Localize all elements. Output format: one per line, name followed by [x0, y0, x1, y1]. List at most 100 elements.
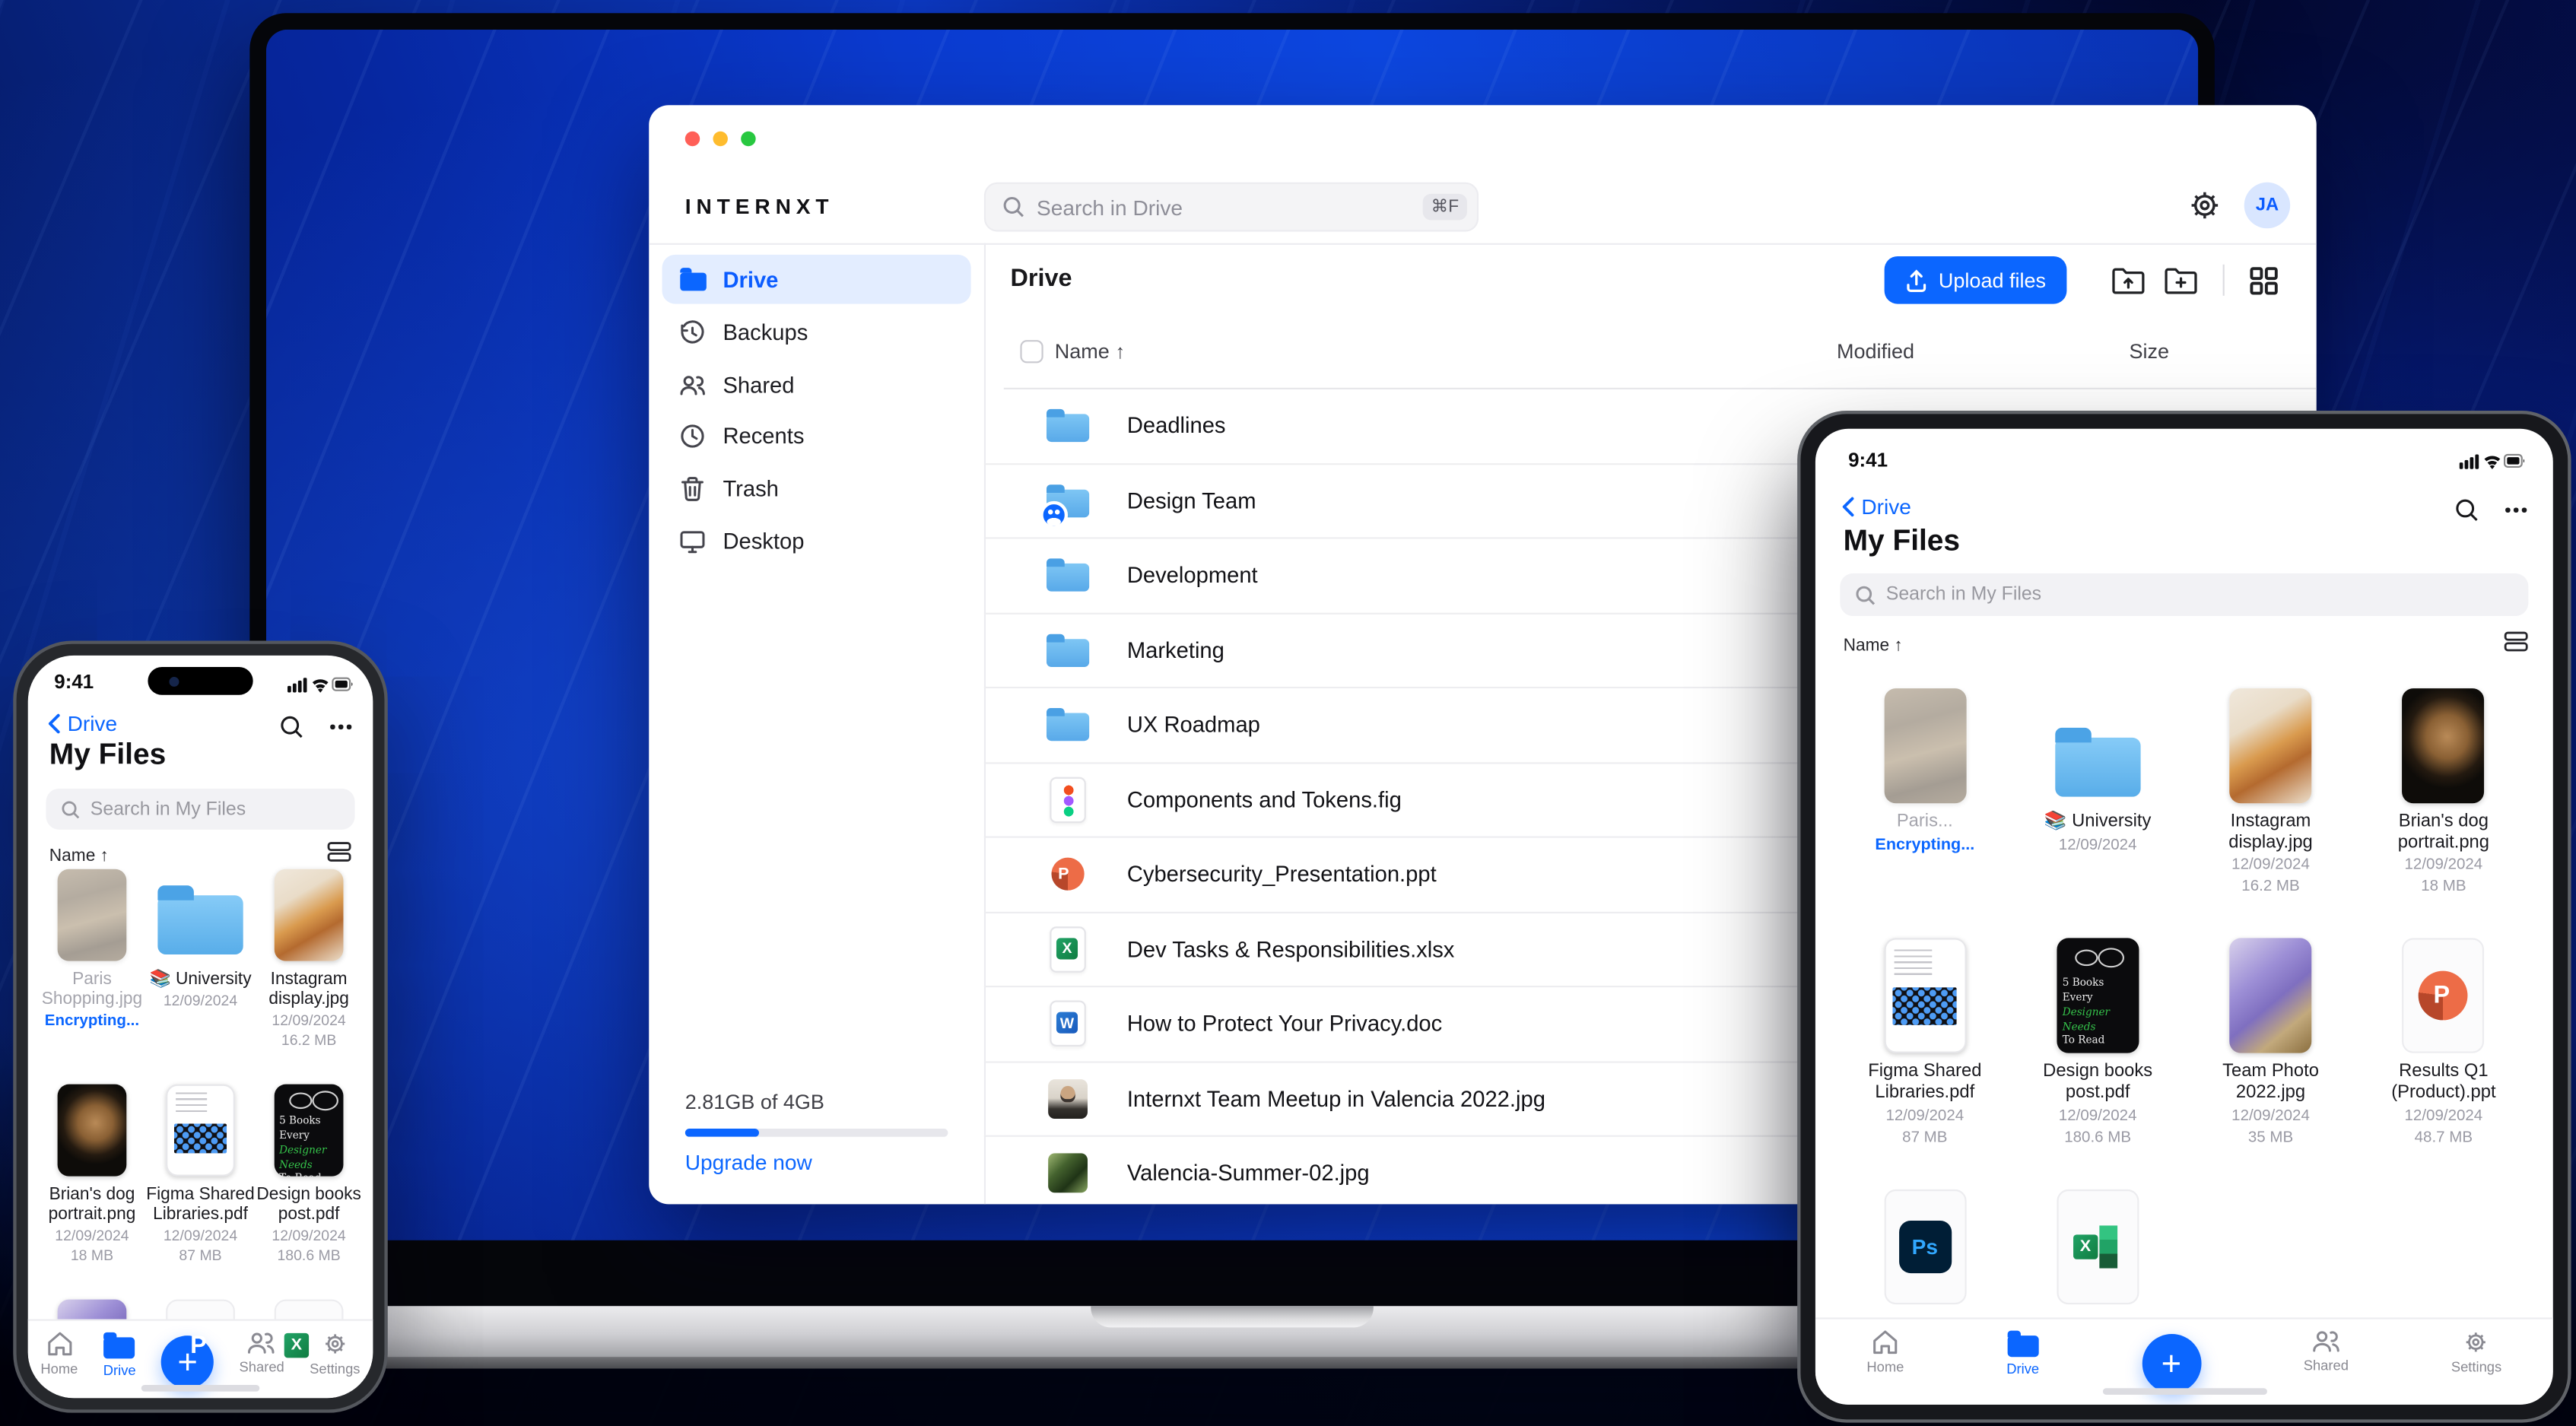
file-card[interactable]: 5 Books EveryDesigner NeedsTo Read P X P… — [1838, 938, 2011, 1146]
file-name: Design books post.pdf — [256, 1184, 361, 1224]
file-card[interactable]: 5 Books EveryDesigner NeedsTo Read P X P… — [2184, 688, 2357, 896]
storage-usage: 2.81GB of 4GB — [684, 1091, 824, 1114]
nav-item-shared[interactable]: Shared — [2304, 1320, 2349, 1374]
book-cover-text: 5 Books EveryDesigner NeedsTo Read — [279, 1116, 327, 1177]
excel-icon: X — [2073, 1234, 2098, 1259]
file-type-icon: P X W — [1043, 625, 1093, 675]
users-icon — [2312, 1331, 2339, 1352]
file-thumbnail: 5 Books EveryDesigner NeedsTo Read P X P… — [2055, 688, 2139, 803]
file-card[interactable]: 5 Books EveryDesigner NeedsTo Read P X P… — [2357, 938, 2530, 1146]
sidebar-item-shared[interactable]: Shared — [662, 360, 971, 409]
search-input[interactable]: Search in Drive ⌘F — [983, 182, 1479, 232]
users-icon — [678, 370, 707, 399]
file-card[interactable]: 5 Books EveryDesigner NeedsTo Read P X P… — [255, 869, 364, 1048]
grid-view-button[interactable] — [2246, 263, 2282, 300]
phone-screen: 9:41 Drive My Files Search in My Files N… — [27, 655, 373, 1399]
nav-item-home[interactable]: Home — [40, 1321, 78, 1377]
upload-folder-button[interactable] — [2110, 263, 2146, 300]
list-view-button[interactable] — [327, 841, 351, 862]
home-icon — [1873, 1330, 1898, 1355]
search-icon[interactable] — [2455, 498, 2479, 522]
gear-icon — [2191, 192, 2219, 219]
upload-icon — [1907, 268, 1926, 291]
file-card[interactable]: 5 Books EveryDesigner NeedsTo Read P X P… — [2012, 1188, 2184, 1304]
sidebar-item-desktop[interactable]: Desktop — [662, 516, 971, 565]
file-name: Brian's dog portrait.png — [48, 1184, 136, 1224]
sidebar-item-trash[interactable]: Trash — [662, 463, 971, 513]
column-header-size[interactable]: Size — [2129, 340, 2169, 363]
file-type-icon: P X W — [1040, 476, 1093, 529]
search-input[interactable]: Search in My Files — [1840, 573, 2529, 617]
column-header-modified[interactable]: Modified — [1837, 340, 1914, 363]
status-time: 9:41 — [1848, 448, 1888, 472]
search-icon[interactable] — [280, 715, 304, 739]
file-card[interactable]: 5 Books EveryDesigner NeedsTo Read P X P… — [2357, 688, 2530, 896]
file-name: Team Photo 2022.jpg — [2222, 1062, 2319, 1103]
sidebar-item-drive[interactable]: Drive — [662, 254, 971, 304]
file-name: Figma Shared Libraries.pdf — [146, 1184, 255, 1224]
sort-control[interactable]: Name ↑ — [1844, 636, 1903, 656]
add-file-button[interactable]: + — [2142, 1320, 2201, 1393]
file-card[interactable]: 5 Books EveryDesigner NeedsTo Read P X P… — [146, 869, 255, 1049]
avatar[interactable]: JA — [2244, 182, 2291, 229]
sort-control[interactable]: Name ↑ — [49, 846, 109, 865]
close-window-button[interactable] — [684, 131, 700, 147]
home-indicator[interactable] — [2101, 1388, 2266, 1395]
file-size: 87 MB — [179, 1247, 222, 1264]
powerpoint-icon: P — [1058, 865, 1069, 885]
file-name: Marketing — [1126, 637, 1224, 663]
file-card[interactable]: 5 Books EveryDesigner NeedsTo Read P X P… — [38, 869, 147, 1049]
nav-item-home[interactable]: Home — [1866, 1320, 1904, 1375]
file-date: 12/09/2024 — [163, 992, 238, 1009]
column-header-name[interactable]: Name ↑ — [1055, 340, 1126, 363]
tablet-mockup: 9:41 Drive My Files Search in My Files N… — [1800, 414, 2568, 1420]
file-card[interactable]: 5 Books EveryDesigner NeedsTo Read P X P… — [1838, 1188, 2011, 1304]
file-date: 12/09/2024 — [2404, 856, 2483, 875]
nav-item-settings[interactable]: Settings — [310, 1321, 361, 1377]
excel-icon: X — [284, 1333, 310, 1358]
file-date: 12/09/2024 — [2404, 1106, 2483, 1125]
file-date: 12/09/2024 — [2058, 835, 2137, 854]
nav-item-drive[interactable]: Drive — [2006, 1320, 2039, 1377]
new-folder-button[interactable] — [2162, 263, 2199, 300]
file-card[interactable]: 5 Books EveryDesigner NeedsTo Read P X P… — [2184, 938, 2357, 1146]
marketing-composite: INTERNXT Search in Drive ⌘F JA Drive Bac… — [0, 0, 2576, 1426]
file-card[interactable]: 5 Books EveryDesigner NeedsTo Read P X P… — [146, 1084, 255, 1264]
zoom-window-button[interactable] — [741, 131, 756, 147]
minimize-window-button[interactable] — [713, 131, 728, 147]
list-view-button[interactable] — [2504, 630, 2528, 652]
nav-item-shared[interactable]: Shared — [240, 1321, 284, 1375]
file-card[interactable]: 5 Books EveryDesigner NeedsTo Read P X P… — [2012, 688, 2184, 896]
select-all-checkbox[interactable] — [1020, 340, 1043, 364]
file-type-icon: P X W — [1043, 850, 1093, 899]
upgrade-link[interactable]: Upgrade now — [685, 1150, 948, 1174]
storage-progress-bar — [684, 1128, 948, 1137]
file-type-icon: P X W — [1043, 1074, 1093, 1123]
file-card[interactable]: 5 Books EveryDesigner NeedsTo Read P X P… — [1838, 688, 2011, 896]
settings-button[interactable] — [2187, 187, 2223, 224]
more-options-icon[interactable] — [330, 725, 352, 729]
sidebar-item-recents[interactable]: Recents — [662, 411, 971, 460]
file-size: 16.2 MB — [2241, 878, 2300, 896]
file-grid: 5 Books EveryDesigner NeedsTo Read P X P… — [1838, 688, 2530, 1304]
file-thumbnail: 5 Books EveryDesigner NeedsTo Read P X P… — [2057, 938, 2139, 1054]
file-size: 18 MB — [2421, 878, 2466, 896]
file-card[interactable]: 5 Books EveryDesigner NeedsTo Read P X P… — [2012, 938, 2184, 1146]
sidebar-item-backups[interactable]: Backups — [662, 307, 971, 357]
file-card[interactable]: 5 Books EveryDesigner NeedsTo Read P X P… — [255, 1084, 364, 1264]
nav-item-drive[interactable]: Drive — [103, 1321, 136, 1378]
more-options-icon[interactable] — [2505, 507, 2527, 513]
file-date: 12/09/2024 — [55, 1228, 129, 1244]
storage-meter: 2.81GB of 4GB Upgrade now — [684, 1091, 948, 1174]
file-date: 12/09/2024 — [2231, 1106, 2310, 1125]
file-size: 180.6 MB — [277, 1247, 341, 1264]
upload-files-button[interactable]: Upload files — [1884, 256, 2068, 304]
back-button[interactable]: Drive — [48, 711, 117, 736]
nav-item-settings[interactable]: Settings — [2451, 1320, 2501, 1375]
file-card[interactable]: 5 Books EveryDesigner NeedsTo Read P X P… — [38, 1084, 147, 1264]
back-button[interactable]: Drive — [1841, 494, 1911, 519]
status-icons — [2459, 452, 2527, 470]
search-input[interactable]: Search in My Files — [46, 788, 355, 830]
home-indicator[interactable] — [141, 1384, 260, 1392]
file-name: How to Protect Your Privacy.doc — [1126, 1012, 1443, 1037]
